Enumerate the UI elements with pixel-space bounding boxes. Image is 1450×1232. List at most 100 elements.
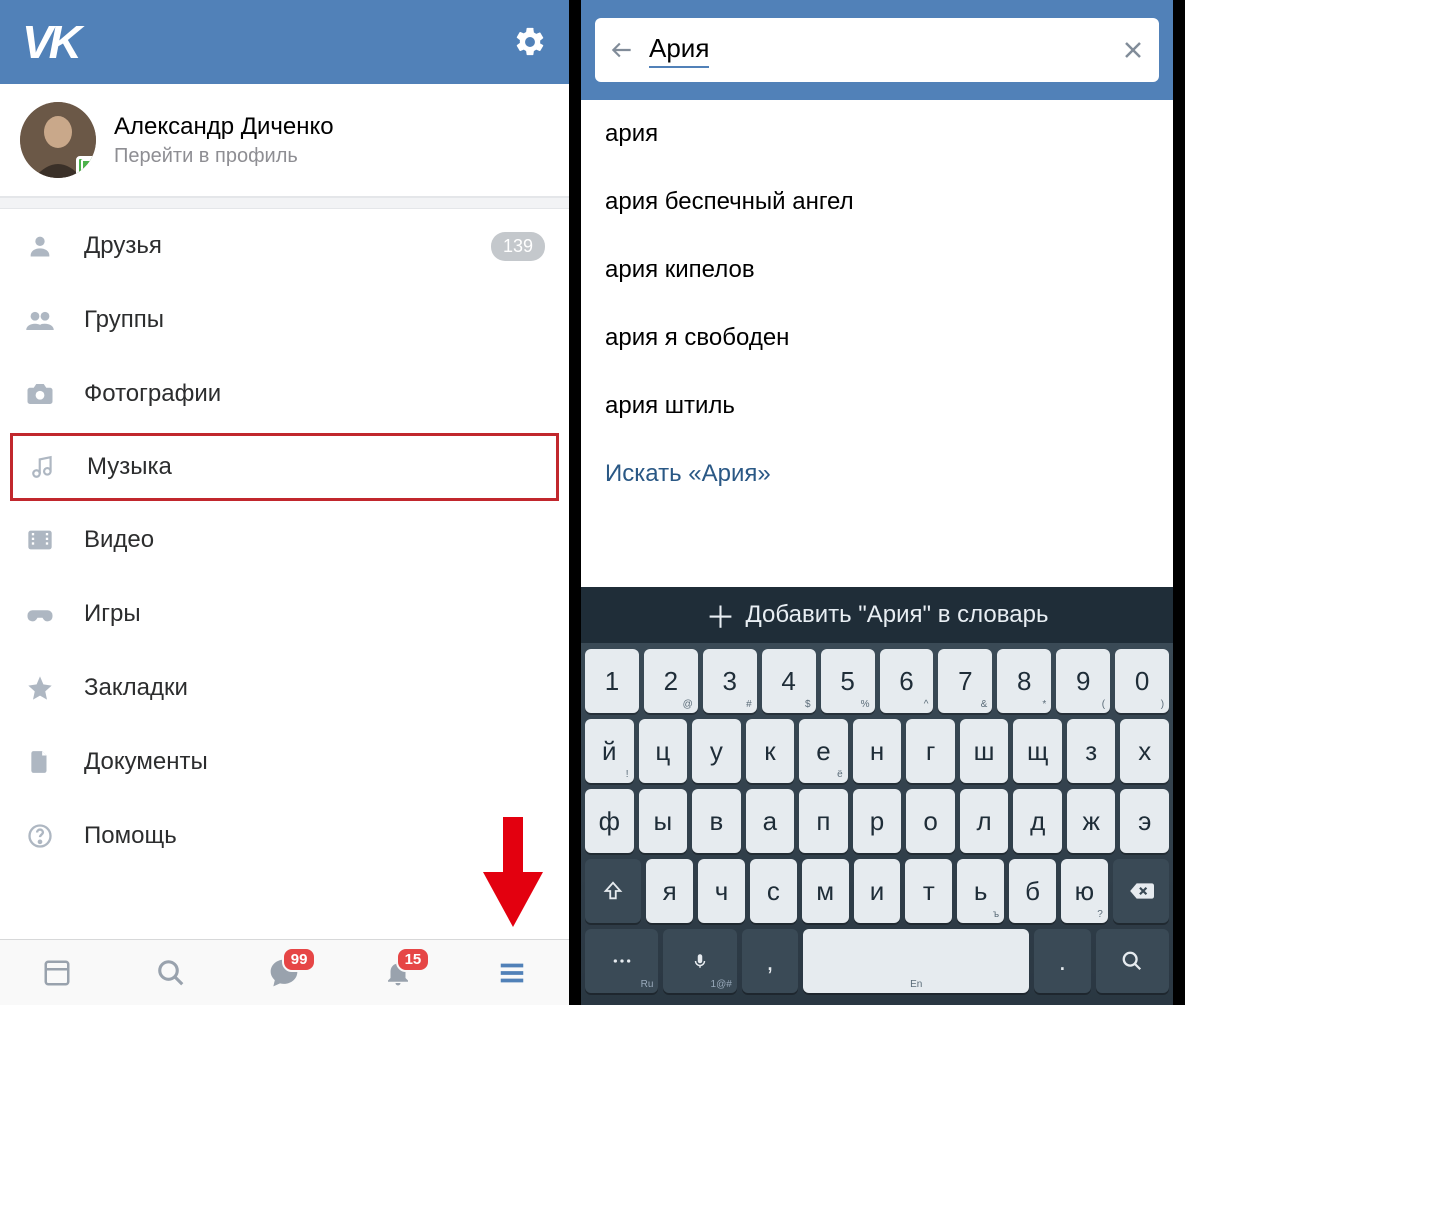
keyboard-suggestion-text: Добавить "Ария" в словарь	[746, 601, 1049, 629]
key-ш[interactable]: ш	[960, 719, 1009, 783]
suggestion-item[interactable]: ария беспечный ангел	[581, 168, 1173, 236]
menu-item-gamepad[interactable]: Игры	[0, 577, 569, 651]
key-а[interactable]: а	[746, 789, 795, 853]
key-ь[interactable]: ьъ	[957, 859, 1004, 923]
menu-label: Музыка	[87, 453, 542, 481]
key-р[interactable]: р	[853, 789, 902, 853]
menu-item-camera[interactable]: Фотографии	[0, 357, 569, 431]
key-х[interactable]: х	[1120, 719, 1169, 783]
key-я[interactable]: я	[646, 859, 693, 923]
key-с[interactable]: с	[750, 859, 797, 923]
annotation-arrow-icon	[483, 817, 543, 927]
nav-feed-icon[interactable]	[35, 951, 79, 995]
key-3[interactable]: 3#	[703, 649, 757, 713]
key-9[interactable]: 9(	[1056, 649, 1110, 713]
key-6[interactable]: 6^	[880, 649, 934, 713]
key-5[interactable]: 5%	[821, 649, 875, 713]
search-box: Ария	[595, 18, 1159, 82]
key-л[interactable]: л	[960, 789, 1009, 853]
key-2[interactable]: 2@	[644, 649, 698, 713]
menu-item-music[interactable]: Музыка	[10, 433, 559, 501]
key-п[interactable]: п	[799, 789, 848, 853]
key-symbols[interactable]: 1@#	[663, 929, 736, 993]
menu-label: Друзья	[84, 232, 463, 260]
menu-label: Группы	[84, 306, 545, 334]
key-з[interactable]: з	[1067, 719, 1116, 783]
search-input[interactable]: Ария	[649, 33, 709, 68]
vk-header: VK	[0, 0, 569, 84]
menu-item-doc[interactable]: Документы	[0, 725, 569, 799]
key-о[interactable]: о	[906, 789, 955, 853]
vk-menu-screen: VK Александр Диченко Перейти в профиль Д…	[0, 0, 581, 1005]
key-backspace[interactable]	[1113, 859, 1169, 923]
key-г[interactable]: г	[906, 719, 955, 783]
menu-item-video[interactable]: Видео	[0, 503, 569, 577]
menu-item-person[interactable]: Друзья139	[0, 209, 569, 283]
key-е[interactable]: её	[799, 719, 848, 783]
key-у[interactable]: у	[692, 719, 741, 783]
key-н[interactable]: н	[853, 719, 902, 783]
key-period[interactable]: .	[1034, 929, 1090, 993]
suggestion-item[interactable]: ария штиль	[581, 372, 1173, 440]
suggestion-item[interactable]: ария	[581, 100, 1173, 168]
search-screen: Ария арияария беспечный ангелария кипело…	[581, 0, 1173, 1005]
clear-search-icon[interactable]	[1121, 38, 1145, 62]
help-icon	[24, 820, 56, 852]
menu-label: Фотографии	[84, 380, 545, 408]
key-ж[interactable]: ж	[1067, 789, 1116, 853]
key-4[interactable]: 4$	[762, 649, 816, 713]
key-search[interactable]	[1096, 929, 1169, 993]
gamepad-icon	[24, 598, 56, 630]
key-м[interactable]: м	[802, 859, 849, 923]
keyboard: ＋ Добавить "Ария" в словарь 12@3#4$5%6^7…	[581, 587, 1173, 1005]
settings-icon[interactable]	[513, 25, 547, 59]
avatar	[20, 102, 96, 178]
music-icon	[27, 451, 59, 483]
key-д[interactable]: д	[1013, 789, 1062, 853]
menu-label: Игры	[84, 600, 545, 628]
key-shift[interactable]	[585, 859, 641, 923]
nav-messages-icon[interactable]: 99	[262, 951, 306, 995]
suggestion-item[interactable]: ария кипелов	[581, 236, 1173, 304]
profile-row[interactable]: Александр Диченко Перейти в профиль	[0, 84, 569, 197]
key-и[interactable]: и	[854, 859, 901, 923]
key-comma[interactable]: ,	[742, 929, 798, 993]
key-ю[interactable]: ю?	[1061, 859, 1108, 923]
key-lang[interactable]: Ru	[585, 929, 658, 993]
search-suggestions: арияария беспечный ангелария кипеловария…	[581, 100, 1173, 508]
key-в[interactable]: в	[692, 789, 741, 853]
key-space[interactable]: En	[803, 929, 1029, 993]
nav-search-icon[interactable]	[149, 951, 193, 995]
menu-label: Документы	[84, 748, 545, 776]
menu-item-star[interactable]: Закладки	[0, 651, 569, 725]
key-б[interactable]: б	[1009, 859, 1056, 923]
menu-item-people[interactable]: Группы	[0, 283, 569, 357]
nav-menu-icon[interactable]	[490, 951, 534, 995]
key-ф[interactable]: ф	[585, 789, 634, 853]
video-icon	[24, 524, 56, 556]
key-1[interactable]: 1	[585, 649, 639, 713]
key-0[interactable]: 0)	[1115, 649, 1169, 713]
vk-logo-icon: VK	[22, 15, 78, 69]
people-icon	[24, 304, 56, 336]
key-э[interactable]: э	[1120, 789, 1169, 853]
key-8[interactable]: 8*	[997, 649, 1051, 713]
key-й[interactable]: й!	[585, 719, 634, 783]
person-icon	[24, 230, 56, 262]
back-arrow-icon[interactable]	[609, 37, 635, 63]
suggestion-item[interactable]: ария я свободен	[581, 304, 1173, 372]
search-header: Ария	[581, 0, 1173, 100]
keyboard-suggestion-bar[interactable]: ＋ Добавить "Ария" в словарь	[581, 587, 1173, 643]
key-ч[interactable]: ч	[698, 859, 745, 923]
key-к[interactable]: к	[746, 719, 795, 783]
key-ц[interactable]: ц	[639, 719, 688, 783]
messages-badge: 99	[282, 947, 317, 972]
nav-notifications-icon[interactable]: 15	[376, 951, 420, 995]
star-icon	[24, 672, 56, 704]
key-7[interactable]: 7&	[938, 649, 992, 713]
key-щ[interactable]: щ	[1013, 719, 1062, 783]
key-ы[interactable]: ы	[639, 789, 688, 853]
search-action[interactable]: Искать «Ария»	[581, 440, 1173, 508]
key-т[interactable]: т	[905, 859, 952, 923]
notifications-badge: 15	[396, 947, 431, 972]
